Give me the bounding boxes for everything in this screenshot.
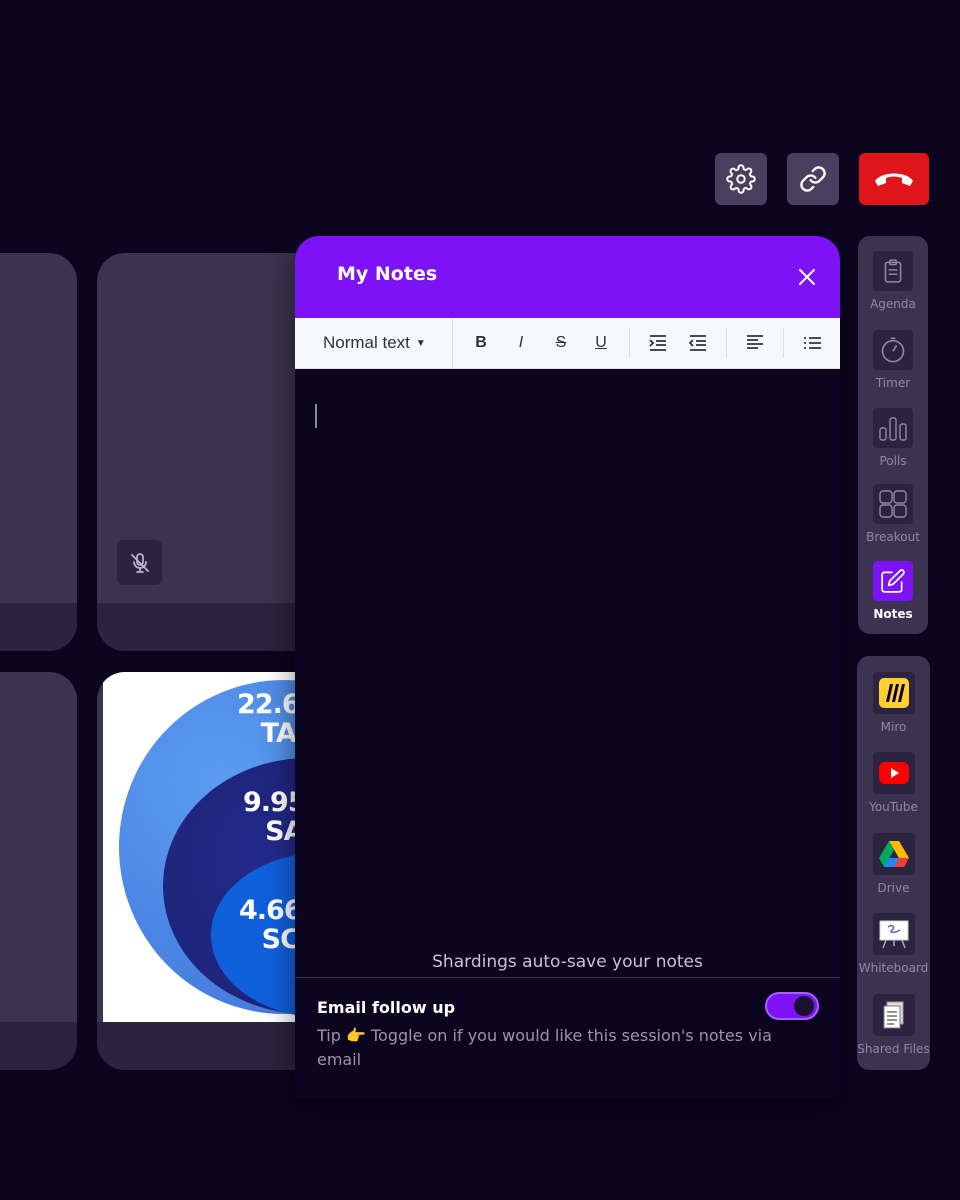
rail-item-polls[interactable]: Polls (858, 408, 928, 468)
copy-link-button[interactable] (787, 153, 839, 205)
email-follow-up-toggle[interactable] (765, 992, 819, 1020)
tam-label: 22.6 TA (237, 689, 301, 749)
gear-icon (726, 164, 756, 194)
tip-text: Tip 👉 Toggle on if you would like this s… (317, 1026, 772, 1069)
participant-tile[interactable] (0, 672, 77, 1070)
stopwatch-icon (873, 330, 913, 370)
indent-button[interactable] (638, 328, 678, 358)
rail-item-miro[interactable]: Miro (857, 672, 930, 734)
format-select-value: Normal text (323, 333, 410, 352)
bullet-list-icon (804, 337, 821, 349)
bold-button[interactable]: B (461, 328, 501, 358)
rail-label: Breakout (866, 530, 920, 544)
bullet-list-button[interactable] (792, 328, 832, 358)
rail-item-youtube[interactable]: YouTube (857, 752, 930, 814)
align-left-button[interactable] (735, 328, 775, 358)
list-group (784, 328, 840, 358)
mic-off-icon (130, 552, 149, 573)
notes-header: My Notes (295, 236, 840, 318)
rail-item-drive[interactable]: Drive (857, 833, 930, 895)
toggle-knob (794, 996, 814, 1016)
edit-icon (873, 561, 913, 601)
rail-label: YouTube (869, 800, 918, 814)
som-label: 4.66 SC (239, 895, 303, 955)
style-group: B I S U (453, 328, 630, 358)
align-group (727, 328, 784, 358)
tools-rail: Agenda Timer Polls Breakout Notes (858, 236, 928, 634)
name-strip (0, 603, 77, 651)
italic-button[interactable]: I (501, 328, 541, 358)
underline-button[interactable]: U (581, 328, 621, 358)
close-icon (799, 269, 815, 285)
participant-tile[interactable] (0, 253, 77, 651)
rail-label: Agenda (870, 297, 916, 311)
phone-hangup-icon (875, 173, 913, 186)
rail-label: Notes (873, 607, 913, 621)
strike-button[interactable]: S (541, 328, 581, 358)
email-follow-up-label: Email follow up (317, 998, 456, 1017)
rail-item-notes[interactable]: Notes (858, 561, 928, 621)
rail-label: Shared Files (857, 1042, 930, 1056)
outdent-icon (689, 335, 706, 351)
notes-title: My Notes (337, 263, 438, 285)
link-icon (800, 166, 826, 192)
whiteboard-icon (872, 913, 915, 955)
rail-item-shared-files[interactable]: Shared Files (857, 994, 930, 1056)
name-strip (0, 1022, 77, 1070)
divider (295, 977, 840, 978)
end-call-button[interactable] (859, 153, 929, 205)
caret-down-icon: ▼ (415, 337, 426, 349)
outdent-button[interactable] (678, 328, 718, 358)
files-icon (872, 994, 915, 1036)
rail-item-whiteboard[interactable]: Whiteboard (857, 913, 930, 975)
rail-label: Miro (880, 720, 907, 734)
bar-chart-icon (873, 408, 913, 448)
rail-label: Polls (879, 454, 907, 468)
notes-editor[interactable] (295, 369, 840, 949)
indent-group (630, 328, 727, 358)
autosave-message: Shardings auto-save your notes (432, 952, 703, 972)
editor-toolbar: Normal text ▼ B I S U (295, 318, 840, 369)
text-format-select[interactable]: Normal text ▼ (295, 318, 453, 368)
rail-item-agenda[interactable]: Agenda (858, 251, 928, 311)
mic-muted-button[interactable] (117, 540, 162, 585)
rail-label: Whiteboard (858, 961, 929, 975)
clipboard-icon (873, 251, 913, 291)
text-cursor (315, 404, 317, 428)
drive-icon (872, 833, 915, 875)
rail-item-breakout[interactable]: Breakout (858, 484, 928, 544)
align-left-icon (747, 335, 763, 349)
close-button[interactable] (796, 266, 818, 288)
indent-icon (649, 335, 666, 351)
miro-icon (872, 672, 915, 714)
integrations-rail: Miro YouTube Drive Whiteboard Shared Fil… (857, 656, 930, 1070)
rail-label: Drive (877, 881, 910, 895)
rail-item-timer[interactable]: Timer (858, 330, 928, 390)
grid-icon (873, 484, 913, 524)
settings-button[interactable] (715, 153, 767, 205)
rail-label: Timer (875, 376, 911, 390)
youtube-icon (872, 752, 915, 794)
notes-panel: My Notes Normal text ▼ B I S U Shardings… (295, 236, 840, 1098)
